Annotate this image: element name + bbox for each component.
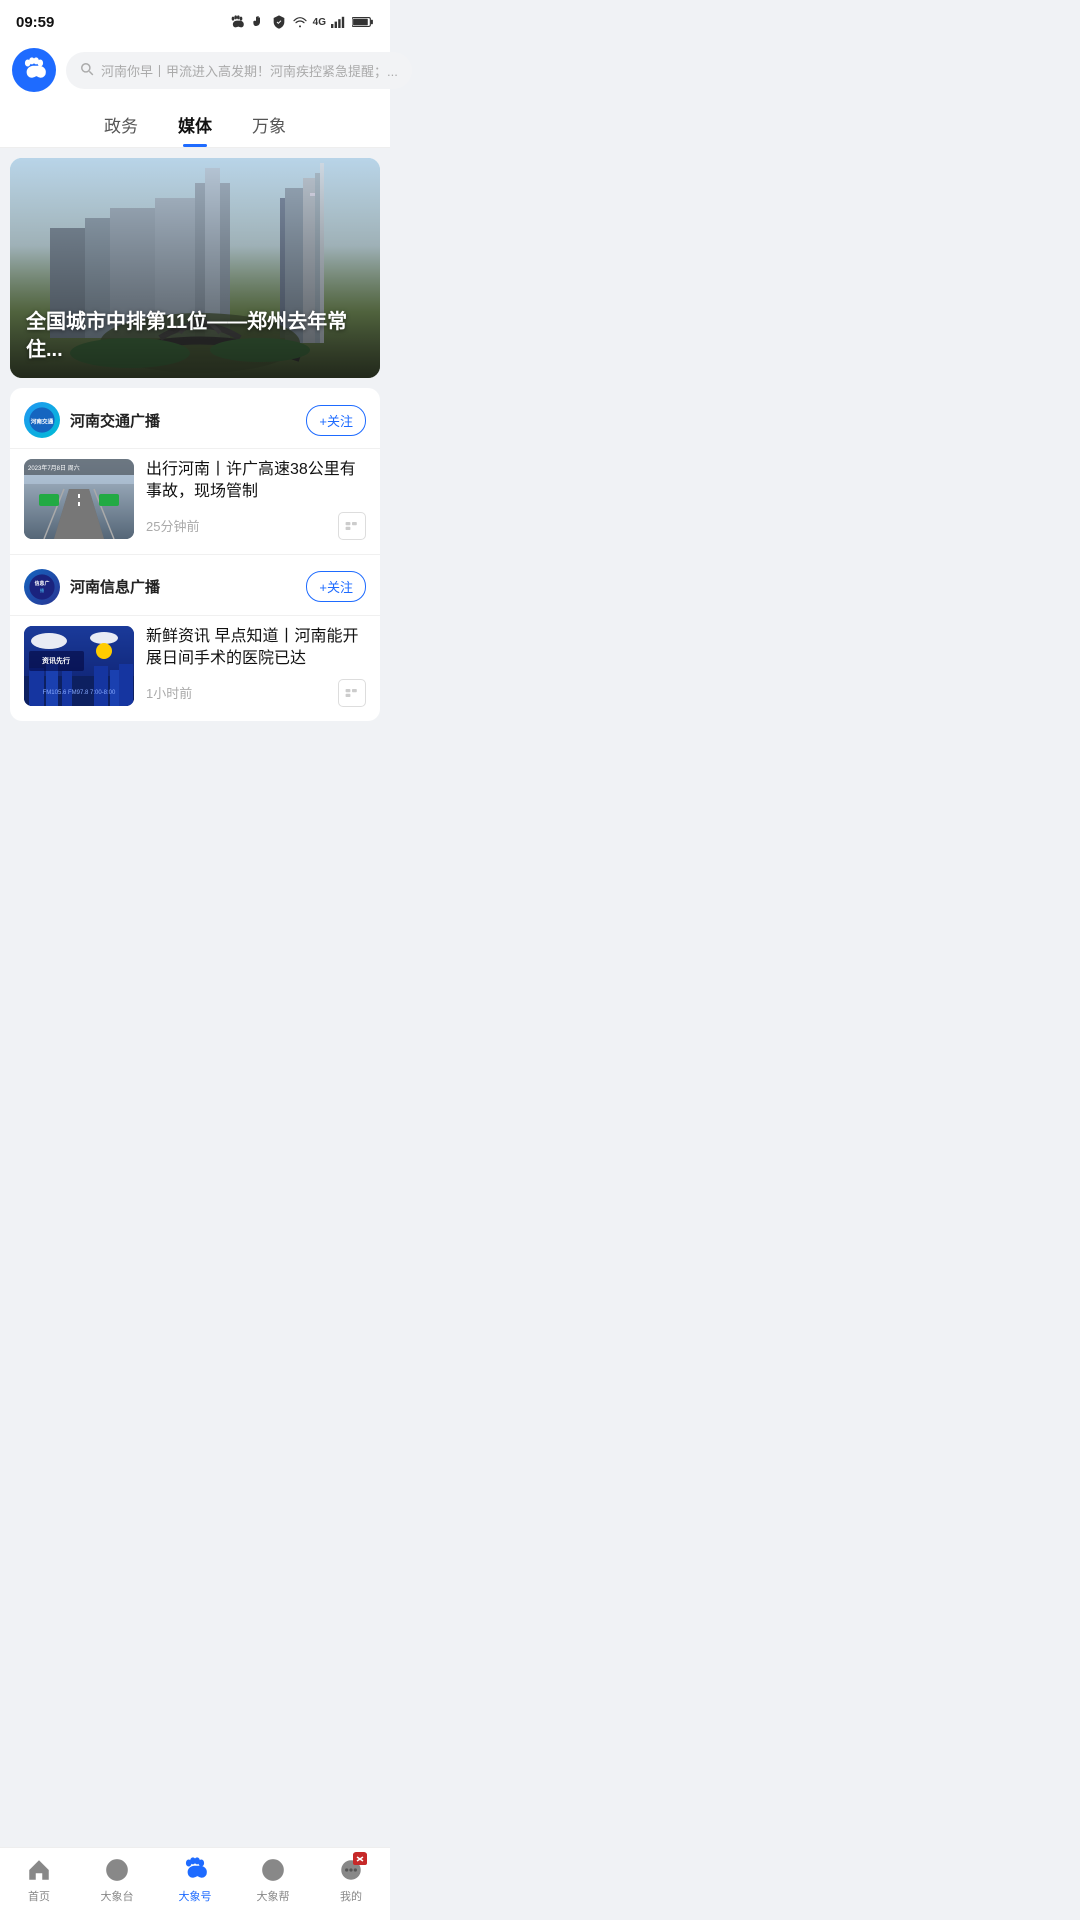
search-icon	[80, 62, 94, 79]
source-header-2: 信息广 播 河南信息广播 +关注	[10, 554, 380, 615]
tab-media[interactable]: 媒体	[178, 112, 212, 147]
shield-icon	[271, 14, 287, 30]
broadcast-thumbnail: 资讯先行 FM105.6 FM97.8 7:00-8:00	[24, 626, 134, 706]
hero-title: 全国城市中排第11位——郑州去年常住...	[26, 308, 364, 364]
news-content-2: 新鲜资讯 早点知道丨河南能开展日间手术的医院已达 1小时前	[146, 626, 366, 707]
svg-text:资讯先行: 资讯先行	[42, 656, 70, 665]
news-item-1[interactable]: 2023年7月8日 周六 出行河南丨许广高速38公里有事故，现场管制 25分钟前	[10, 448, 380, 554]
hand-icon	[250, 14, 266, 30]
follow-btn-1[interactable]: +关注	[306, 405, 366, 436]
news-time-1: 25分钟前	[146, 516, 199, 535]
refresh-circle-icon	[103, 1856, 131, 1884]
news-thumb-2: 资讯先行 FM105.6 FM97.8 7:00-8:00	[24, 626, 134, 706]
paw-status-icon	[229, 14, 245, 30]
nav-daxiangbang-label: 大象帮	[257, 1888, 290, 1904]
bottom-nav: 首页 大象台 大象号	[0, 1847, 390, 1920]
source-info-1: 河南交通 河南交通广播	[24, 402, 160, 438]
notification-badge	[353, 1852, 367, 1864]
tab-politics[interactable]: 政务	[104, 112, 138, 147]
news-card-1: 河南交通 河南交通广播 +关注	[10, 388, 380, 721]
news-meta-2: 1小时前	[146, 679, 366, 707]
svg-text:FM105.6 FM97.8 7:00-8:00: FM105.6 FM97.8 7:00-8:00	[43, 690, 116, 696]
more-icon-1	[344, 520, 360, 532]
search-placeholder-text: 河南你早丨甲流进入高发期！河南疾控紧急提醒；...	[101, 61, 398, 80]
source-header-1: 河南交通 河南交通广播 +关注	[10, 388, 380, 448]
search-icon-svg	[80, 62, 94, 76]
nav-home[interactable]: 首页	[9, 1856, 69, 1904]
battery-icon	[352, 16, 374, 28]
more-btn-1[interactable]	[338, 512, 366, 540]
tabs-bar: 政务 媒体 万象	[0, 102, 390, 148]
paw-logo-icon	[20, 56, 48, 84]
news-thumb-1: 2023年7月8日 周六	[24, 459, 134, 539]
nav-daxianghao[interactable]: 大象号	[165, 1856, 225, 1904]
wifi-icon	[292, 16, 308, 28]
source-avatar-1: 河南交通	[24, 402, 60, 438]
source-avatar-2: 信息广 播	[24, 569, 60, 605]
info-radio-logo: 信息广 播	[28, 573, 56, 601]
traffic-radio-logo: 河南交通	[28, 406, 56, 434]
follow-btn-2[interactable]: +关注	[306, 571, 366, 602]
more-btn-2[interactable]	[338, 679, 366, 707]
nav-daxiangbang[interactable]: 大象帮	[243, 1856, 303, 1904]
source-name-2: 河南信息广播	[70, 576, 160, 597]
status-icons: 4G	[229, 14, 374, 30]
nav-daxianghao-label: 大象号	[179, 1888, 212, 1904]
nav-daxiangtai-label: 大象台	[101, 1888, 134, 1904]
refresh-circle-icon-svg	[104, 1857, 130, 1883]
refresh-ring-icon-svg	[260, 1857, 286, 1883]
nav-home-label: 首页	[28, 1888, 50, 1904]
road-thumbnail: 2023年7月8日 周六	[24, 459, 134, 539]
news-meta-1: 25分钟前	[146, 512, 366, 540]
news-content-1: 出行河南丨许广高速38公里有事故，现场管制 25分钟前	[146, 459, 366, 540]
badge-icon	[353, 1853, 367, 1865]
signal-icon	[331, 16, 347, 28]
news-title-2: 新鲜资讯 早点知道丨河南能开展日间手术的医院已达	[146, 626, 366, 671]
news-item-2[interactable]: 资讯先行 FM105.6 FM97.8 7:00-8:00 新鲜资讯 早点知道丨…	[10, 615, 380, 721]
news-time-2: 1小时前	[146, 683, 192, 702]
nav-my-label: 我的	[340, 1888, 362, 1904]
paw-blue-icon-svg	[181, 1854, 209, 1886]
source-name-1: 河南交通广播	[70, 410, 160, 431]
nav-daxiangtai[interactable]: 大象台	[87, 1856, 147, 1904]
chat-badge-icon	[337, 1856, 365, 1884]
status-time: 09:59	[16, 14, 54, 31]
network-type: 4G	[313, 17, 326, 28]
source-info-2: 信息广 播 河南信息广播	[24, 569, 160, 605]
home-icon	[25, 1856, 53, 1884]
refresh-ring-icon	[259, 1856, 287, 1884]
news-title-1: 出行河南丨许广高速38公里有事故，现场管制	[146, 459, 366, 504]
tab-wanxiang[interactable]: 万象	[252, 112, 286, 147]
more-icon-2	[344, 687, 360, 699]
header: 河南你早丨甲流进入高发期！河南疾控紧急提醒；...	[0, 40, 390, 102]
search-bar[interactable]: 河南你早丨甲流进入高发期！河南疾控紧急提醒；...	[66, 52, 412, 89]
hero-banner[interactable]: 全国城市中排第11位——郑州去年常住...	[10, 158, 380, 378]
nav-my[interactable]: 我的	[321, 1856, 381, 1904]
app-logo[interactable]	[12, 48, 56, 92]
paw-blue-icon	[181, 1856, 209, 1884]
status-bar: 09:59 4G	[0, 0, 390, 40]
home-icon-svg	[26, 1857, 52, 1883]
svg-text:2023年7月8日 周六: 2023年7月8日 周六	[28, 464, 80, 472]
